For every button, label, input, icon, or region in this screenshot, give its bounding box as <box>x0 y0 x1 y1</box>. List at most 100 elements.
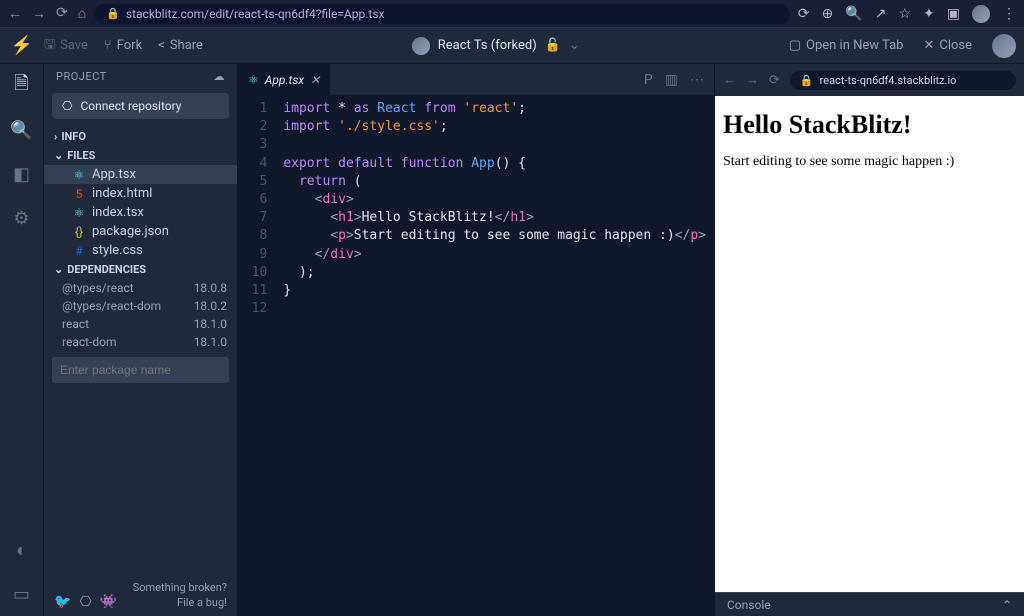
cloud-icon[interactable]: ☁ <box>214 70 226 83</box>
discord-icon[interactable]: 👾 <box>100 594 117 610</box>
github-icon[interactable]: ⎔ <box>79 594 91 610</box>
layout-icon[interactable]: ▭ <box>8 580 36 608</box>
preview-url-text: react-ts-qn6df4.stackblitz.io <box>820 74 957 87</box>
file-item[interactable]: {} package.json <box>44 222 237 241</box>
ports-icon[interactable]: ◧ <box>8 160 36 188</box>
browser-back-icon[interactable]: ← <box>8 5 22 22</box>
preview-panel: ← → ⟳ 🔒 react-ts-qn6df4.stackblitz.io He… <box>714 64 1024 616</box>
save-button[interactable]: 🖫 Save <box>36 31 96 61</box>
line-gutter: 123456789101112 <box>238 96 275 616</box>
owner-avatar[interactable] <box>412 37 430 55</box>
browser-home-icon[interactable]: ⌂ <box>78 5 86 22</box>
share-icon: < <box>158 38 165 53</box>
theme-icon[interactable]: ◐ <box>8 536 36 564</box>
user-avatar[interactable] <box>992 34 1016 58</box>
dependency-item[interactable]: @types/react 18.0.8 <box>44 279 237 297</box>
preview-toolbar: ← → ⟳ 🔒 react-ts-qn6df4.stackblitz.io <box>715 64 1024 96</box>
share-button[interactable]: < Share <box>150 34 211 57</box>
dependency-item[interactable]: react-dom18.1.0 <box>44 333 237 351</box>
activity-bar: 🗎 🔍 ◧ ⚙ ◐ ▭ <box>0 64 44 616</box>
chrome-bookmark-icon[interactable]: ☆ <box>898 6 911 22</box>
react-icon: ⚛ <box>248 73 259 87</box>
more-icon[interactable]: ⋯ <box>690 72 704 88</box>
info-label: INFO <box>61 130 86 143</box>
prettier-icon[interactable]: P <box>644 72 653 88</box>
file-item[interactable]: ⚛App.tsx <box>44 165 237 184</box>
open-new-tab-button[interactable]: ▢ Open in New Tab <box>781 34 912 57</box>
close-tab-icon[interactable]: ✕ <box>310 73 320 87</box>
chrome-translate-icon[interactable]: ⊕ <box>822 6 834 22</box>
preview-forward-icon[interactable]: → <box>746 72 759 88</box>
file-item[interactable]: # style.css <box>44 241 237 260</box>
file-type-icon: ⚛ <box>72 206 86 220</box>
chrome-sync-icon[interactable]: ⟳ <box>798 6 810 22</box>
browser-forward-icon[interactable]: → <box>32 5 46 22</box>
console-label: Console <box>727 598 771 612</box>
sidebar-title: PROJECT <box>56 70 107 83</box>
dependency-item[interactable]: react18.1.0 <box>44 315 237 333</box>
chrome-avatar[interactable] <box>972 5 990 23</box>
settings-icon[interactable]: ⚙ <box>8 204 36 232</box>
fork-label: Fork <box>117 38 142 53</box>
chrome-zoom-icon[interactable]: 🔍 <box>845 6 862 22</box>
editor-tab[interactable]: ⚛ App.tsx ✕ <box>238 64 331 95</box>
file-name: style.css <box>92 243 143 258</box>
chrome-menu-icon[interactable]: ⋮ <box>1002 6 1016 22</box>
search-icon[interactable]: 🔍 <box>8 116 36 144</box>
browser-url-bar[interactable]: 🔒 stackblitz.com/edit/react-ts-qn6df4?fi… <box>94 4 790 24</box>
file-item[interactable]: 5 index.html <box>44 184 237 203</box>
fork-icon: ⑂ <box>104 38 112 53</box>
preview-back-icon[interactable]: ← <box>723 72 736 88</box>
preview-reload-icon[interactable]: ⟳ <box>769 73 780 88</box>
broken-text: Something broken? <box>133 581 227 595</box>
preview-url-bar[interactable]: 🔒 react-ts-qn6df4.stackblitz.io <box>790 71 1016 90</box>
file-item[interactable]: ⚛index.tsx <box>44 203 237 222</box>
files-section[interactable]: ⌄ FILES <box>44 146 237 165</box>
chrome-sidepanel-icon[interactable]: ▣ <box>947 6 960 22</box>
chevron-down-icon: ⌄ <box>54 263 63 276</box>
close-label: Close <box>939 38 972 53</box>
chevron-up-icon: ⌃ <box>1002 598 1012 612</box>
lock-icon: 🔒 <box>800 74 814 87</box>
close-icon: ✕ <box>923 38 934 53</box>
browser-reload-icon[interactable]: ⟳ <box>56 5 68 22</box>
files-label: FILES <box>67 149 95 162</box>
chrome-extensions-icon[interactable]: ✦ <box>923 6 935 22</box>
close-button[interactable]: ✕ Close <box>915 34 980 57</box>
fork-button[interactable]: ⑂ Fork <box>96 34 150 57</box>
file-type-icon: 5 <box>72 187 86 201</box>
tab-label: App.tsx <box>265 73 304 87</box>
file-name: package.json <box>92 224 169 239</box>
console-bar[interactable]: Console ⌃ <box>715 592 1024 616</box>
dependency-item[interactable]: @types/react-dom18.0.2 <box>44 297 237 315</box>
project-title[interactable]: React Ts (forked) <box>438 38 537 53</box>
stackblitz-logo-icon[interactable]: ⚡ <box>8 32 36 60</box>
chevron-down-icon: ⌄ <box>54 149 63 162</box>
dep-version: 18.0.8 <box>194 281 227 295</box>
file-type-icon: {} <box>72 225 86 239</box>
connect-label: Connect repository <box>80 99 181 113</box>
dep-name: react-dom <box>62 335 117 349</box>
package-name-input[interactable] <box>52 357 229 383</box>
deps-section[interactable]: ⌄ DEPENDENCIES <box>44 260 237 279</box>
code-editor[interactable]: 123456789101112 import * as React from '… <box>238 96 714 616</box>
file-type-icon: # <box>72 244 86 258</box>
code-content[interactable]: import * as React from 'react'; import '… <box>275 96 714 616</box>
file-name: index.html <box>92 186 152 201</box>
twitter-icon[interactable]: 🐦 <box>54 594 71 610</box>
connect-repo-button[interactable]: ⎔ Connect repository <box>52 93 229 119</box>
dep-name: react <box>62 317 89 331</box>
chrome-share-icon[interactable]: ↗ <box>875 6 887 22</box>
split-icon[interactable]: ▥ <box>665 72 678 88</box>
app-toolbar: ⚡ 🖫 Save ⑂ Fork < Share React Ts (forked… <box>0 28 1024 64</box>
lock-icon[interactable]: 🔓 <box>545 38 561 53</box>
preview-paragraph: Start editing to see some magic happen :… <box>723 154 1016 170</box>
chevron-down-icon[interactable]: ⌄ <box>569 38 580 53</box>
save-label: Save <box>60 38 88 53</box>
info-section[interactable]: › INFO <box>44 127 237 146</box>
dep-name: @types/react <box>62 281 134 295</box>
explorer-icon[interactable]: 🗎 <box>8 72 36 100</box>
editor-tab-bar: ⚛ App.tsx ✕ P ▥ ⋯ <box>238 64 714 96</box>
chevron-right-icon: › <box>54 130 57 143</box>
file-bug-link[interactable]: File a bug! <box>133 596 227 610</box>
